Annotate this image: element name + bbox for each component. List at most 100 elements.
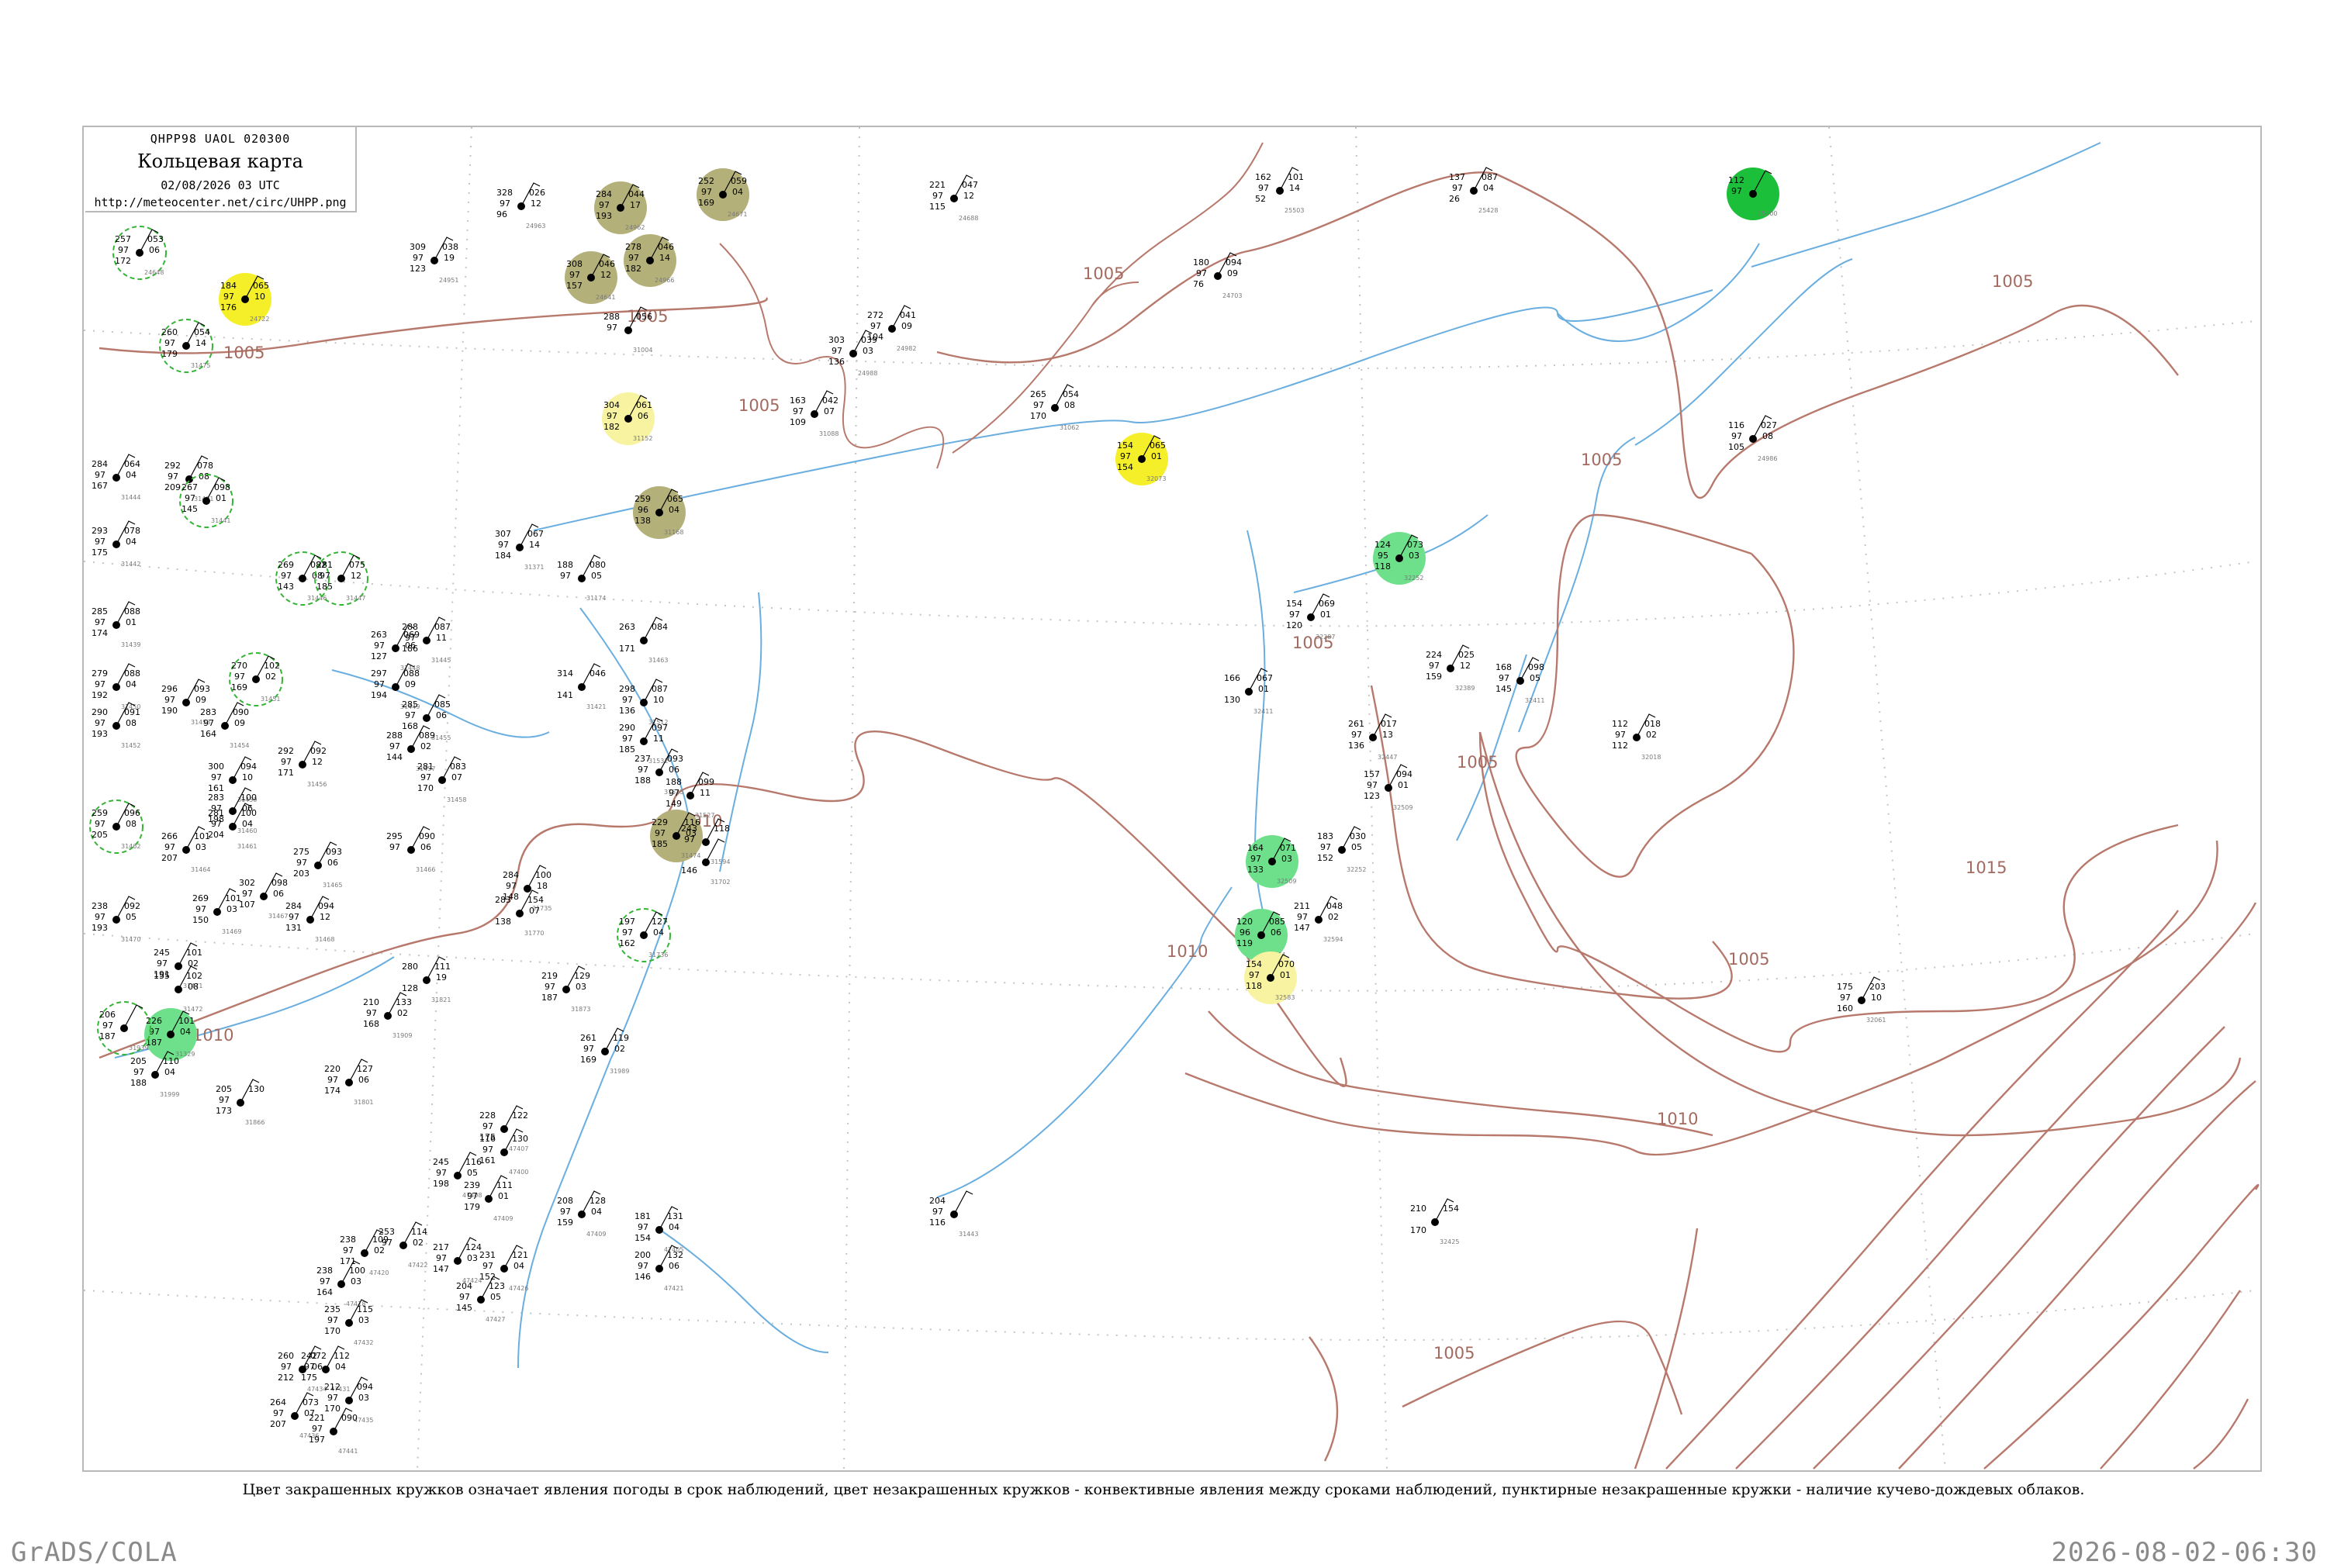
station-plot[interactable]: 23897193 09205 31470 [92,896,140,943]
station-value-dd: 09 [405,679,416,689]
station-value-v: 115 [929,202,946,212]
station-plot[interactable]: 18897 08005 31174 [557,554,606,602]
station-plot[interactable]: 27897182 04614 24966 [624,234,676,287]
station-value-p: 265 [1030,389,1046,399]
station-plot[interactable]: 15797123 09401 32509 [1364,764,1412,811]
map-url[interactable]: http://meteocenter.net/circ/UHPP.png [85,195,355,209]
station-plot[interactable]: 27597203 09306 31465 [293,841,342,889]
station-plot[interactable]: 18497176 06510 24722 [219,273,271,326]
station-value-d: 115 [357,1304,373,1314]
station-value-dd: 12 [1460,661,1471,671]
station-value-t: 97 [436,1168,447,1178]
station-plot[interactable]: 29597 09006 31466 [386,826,435,873]
station-value-t: 97 [599,200,610,210]
station-value-v: 207 [270,1419,286,1429]
station-plot[interactable]: 283 138 15407 31770 [495,889,544,937]
station-plot[interactable]: 28497131 09412 31468 [285,896,334,943]
station-index: 31462 [121,843,140,850]
station-plot[interactable]: 25997205 09608 31462 [89,800,143,854]
station-plot[interactable]: 3289796 02612 24963 [496,182,545,230]
station-index: 31467 [268,913,288,920]
station-plot[interactable]: 12495118 07303 32252 [1373,532,1426,585]
station-value-p: 200 [634,1250,651,1260]
station-plot[interactable]: 28397164 09009 31454 [200,702,249,749]
station-plot[interactable]: 16897145 09805 32411 [1495,657,1544,704]
station-plot[interactable]: 21997187 12903 31873 [541,965,590,1013]
station-plot[interactable]: 263 171 084 31463 [619,616,668,664]
station-plot[interactable]: 30997123 03819 24951 [410,237,458,284]
station-plot[interactable]: 21797147 12403 47424 [433,1237,482,1284]
station-plot[interactable]: 27297104 04109 24982 [867,305,916,352]
station-value-p: 281 [316,560,333,570]
station-value-dd: 10 [1871,993,1882,1003]
station-plot[interactable]: 19797162 12704 31736 [617,908,671,962]
station-plot[interactable]: 25797172 05306 24648 [112,226,167,280]
station-plot[interactable]: 22197197 090 47441 [309,1407,358,1455]
station-plot[interactable]: 20697187 31939 [97,1001,151,1055]
station-plot[interactable]: 20497116 31443 [929,1190,978,1238]
station-plot[interactable]: 15497118 07001 32583 [1244,952,1297,1004]
station-plot[interactable]: 280 128 11119 31821 [402,956,451,1003]
station-plot[interactable]: 181971541310447405 [634,1206,683,1253]
station-plot[interactable]: 22197115 04712 24688 [929,174,978,222]
station-plot[interactable]: 11697105 02708 24986 [1728,415,1777,462]
station-plot[interactable]: 238971641000347418 [316,1260,365,1307]
station-plot[interactable]: 18397152 03005 32252 [1317,826,1366,873]
station-plot[interactable]: 26997150 10103 31469 [192,888,241,935]
station-plot[interactable]: 155 10208 31472 [154,965,202,1013]
station-value-v: 179 [161,349,178,359]
station-plot[interactable]: 20597173 130 31866 [216,1079,265,1126]
station-plot[interactable]: 29097193 09108 31452 [92,702,140,749]
station-plot[interactable]: 1809776 09409 24703 [1193,252,1242,299]
station-plot[interactable]: 22097174 12706 31801 [324,1059,373,1106]
station-plot[interactable]: 25996138 06504 31168 [633,486,686,539]
station-plot[interactable]: 25297169 05904 24671 [697,168,749,221]
station-plot[interactable]: 28597174 08801 31439 [92,601,140,648]
station-value-p: 239 [464,1180,480,1190]
station-plot[interactable]: 20597188 11004 31999 [130,1051,179,1098]
station-plot[interactable]: 30797184 06714 31371 [495,523,544,571]
station-plot[interactable]: 11697161 130 47400 [479,1128,528,1176]
station-plot[interactable]: 298971360871031512 [619,679,668,726]
station-plot[interactable]: 26197136 01713 32447 [1348,713,1397,761]
station-plot[interactable]: 30297107 09806 31467 [239,872,288,920]
station-plot[interactable]: 21197147 04802 32594 [1294,896,1343,943]
station-plot[interactable]: 28197170 08307 31458 [417,756,466,803]
station-value-d: 090 [341,1413,358,1423]
station-index: 31474 [681,852,700,859]
station-plot[interactable]: 23997179 11101 47409 [464,1175,513,1222]
station-plot[interactable]: 29297171 09212 31456 [278,741,327,788]
station-plot[interactable]: 21097168 13302 31909 [363,992,412,1039]
station-plot[interactable]: 22497159 02512 32389 [1426,644,1475,692]
station-plot[interactable]: 26597170 05408 31062 [1030,384,1079,431]
station-value-dd: 02 [420,741,431,751]
station-plot[interactable]: 15497154 06501 32073 [1115,433,1168,485]
station-plot[interactable]: 16497133 07103 32509 [1246,835,1298,888]
station-plot[interactable]: 30497182 06106 31152 [602,392,655,445]
station-plot[interactable]: 28497193 04417 24962 [594,181,647,234]
station-value-t: 97 [211,772,222,782]
station-plot[interactable]: 20897159 12804 47409 [557,1190,606,1238]
station-plot[interactable]: 284971481001831735 [503,865,551,912]
station-plot[interactable]: 26697207 10103 31464 [161,826,210,873]
station-plot[interactable]: 11297 25400 [1727,168,1779,220]
station-plot[interactable]: 210 170 154 32425 [1410,1198,1459,1245]
station-plot[interactable]: 314 141 046 31421 [557,663,606,710]
station-plot[interactable]: 166 130 06701 32411 [1224,668,1273,715]
station-plot[interactable]: 26797145 09801 31441 [179,474,233,528]
station-index: 31464 [191,866,210,873]
station-plot[interactable]: 263971270690631448 [371,624,420,672]
station-plot[interactable]: 29397175 07804 31442 [92,520,140,568]
station-plot[interactable]: 16397109 04207 31088 [790,390,838,437]
station-plot[interactable]: 20097146 13206 47421 [634,1245,683,1292]
station-plot[interactable]: 279971920880431450 [92,663,140,710]
station-plot[interactable]: 1379726 08704 25428 [1449,167,1498,214]
station-plot[interactable]: 28497167 06404 31444 [92,454,140,501]
station-plot[interactable]: 11297112 01802 32018 [1612,713,1661,761]
station-plot[interactable]: 27097169 10202 31451 [229,652,283,706]
station-plot[interactable]: 26097179 05414 31475 [159,319,213,373]
station-plot[interactable]: 1629752 10114 25503 [1255,167,1304,214]
station-plot[interactable]: 253971140247422 [379,1221,427,1269]
station-plot[interactable]: 30897157 04612 24641 [565,251,617,304]
station-plot[interactable]: 26197169 11902 31989 [580,1027,629,1075]
